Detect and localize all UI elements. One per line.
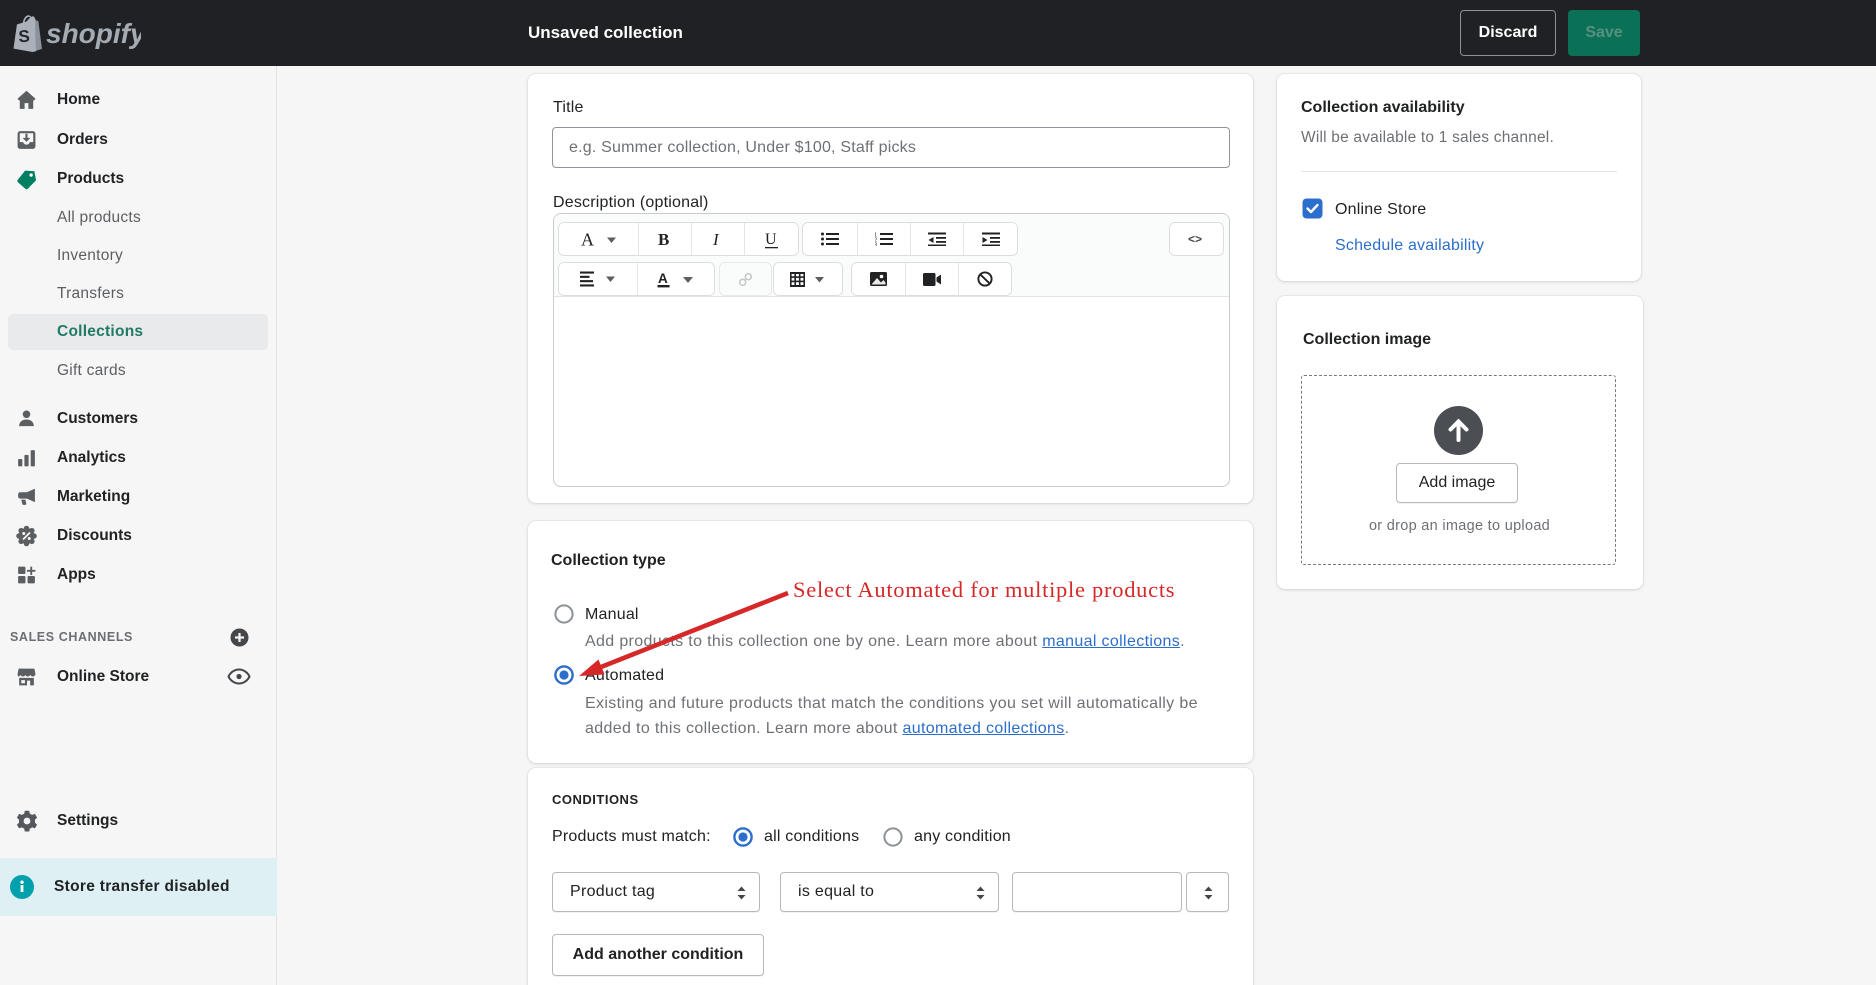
svg-text:S: S: [18, 27, 30, 47]
svg-text:shopify: shopify: [46, 18, 141, 49]
svg-text:B: B: [658, 230, 669, 248]
svg-text:I: I: [713, 230, 720, 248]
svg-text:3: 3: [875, 243, 877, 247]
svg-text:<>: <>: [1188, 233, 1202, 245]
svg-text:A: A: [581, 230, 594, 248]
svg-text:A: A: [658, 271, 668, 286]
svg-text:U: U: [765, 231, 777, 248]
